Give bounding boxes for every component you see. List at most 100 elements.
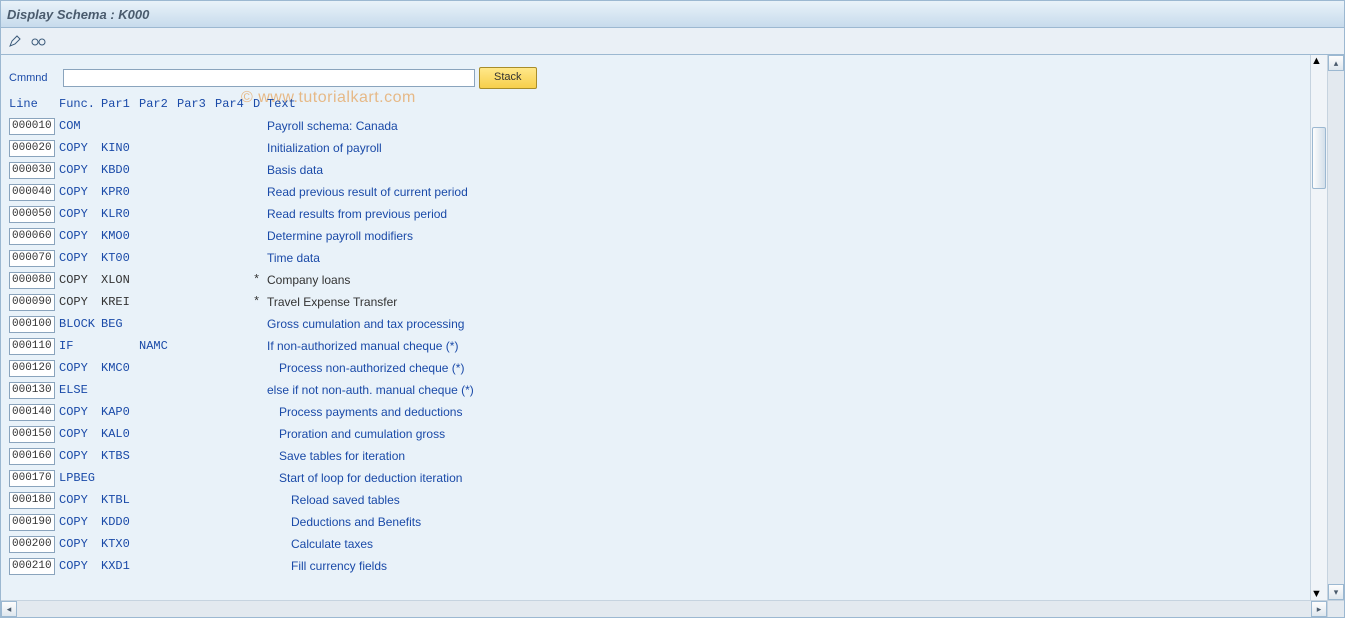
scroll-thumb[interactable]	[1312, 127, 1326, 189]
text-cell[interactable]: Gross cumulation and tax processing	[267, 317, 464, 331]
line-number-input[interactable]	[9, 294, 55, 311]
par1-cell: XLON	[101, 273, 139, 287]
scroll-down-icon[interactable]: ▾	[1328, 584, 1344, 600]
func-cell[interactable]: COPY	[59, 493, 101, 507]
line-number-input[interactable]	[9, 272, 55, 289]
line-number-input[interactable]	[9, 338, 55, 355]
par2-cell[interactable]: NAMC	[139, 339, 177, 353]
par1-cell[interactable]: KPR0	[101, 185, 139, 199]
par1-cell[interactable]: KBD0	[101, 163, 139, 177]
par1-cell[interactable]: KTX0	[101, 537, 139, 551]
table-row: COPYKIN0 Initialization of payroll	[9, 137, 1303, 159]
text-cell[interactable]: Process non-authorized cheque (*)	[267, 361, 464, 375]
line-number-input[interactable]	[9, 470, 55, 487]
text-cell[interactable]: Save tables for iteration	[267, 449, 405, 463]
func-cell[interactable]: LPBEG	[59, 471, 101, 485]
func-cell[interactable]: COPY	[59, 185, 101, 199]
func-cell[interactable]: COPY	[59, 251, 101, 265]
func-cell[interactable]: COPY	[59, 537, 101, 551]
table-row: COPYKMO0 Determine payroll modifiers	[9, 225, 1303, 247]
table-row: COPYKREI*Travel Expense Transfer	[9, 291, 1303, 313]
header-line: Line	[9, 97, 59, 111]
func-cell: COPY	[59, 295, 101, 309]
text-cell[interactable]: Fill currency fields	[267, 559, 387, 573]
func-cell[interactable]: COPY	[59, 141, 101, 155]
func-cell[interactable]: COPY	[59, 559, 101, 573]
par1-cell[interactable]: KMO0	[101, 229, 139, 243]
pencil-toggle-icon[interactable]	[7, 32, 25, 50]
text-cell[interactable]: Determine payroll modifiers	[267, 229, 413, 243]
par1-cell[interactable]: KDD0	[101, 515, 139, 529]
command-input[interactable]	[63, 69, 475, 87]
par1-cell[interactable]: KLR0	[101, 207, 139, 221]
func-cell[interactable]: COPY	[59, 515, 101, 529]
line-number-input[interactable]	[9, 492, 55, 509]
line-number-input[interactable]	[9, 514, 55, 531]
func-cell[interactable]: IF	[59, 339, 101, 353]
text-cell[interactable]: Read previous result of current period	[267, 185, 468, 199]
scroll-up-icon[interactable]: ▲	[1311, 55, 1327, 67]
par1-cell[interactable]: KXD1	[101, 559, 139, 573]
par1-cell[interactable]: KTBL	[101, 493, 139, 507]
line-number-input[interactable]	[9, 316, 55, 333]
func-cell[interactable]: COPY	[59, 405, 101, 419]
func-cell[interactable]: COPY	[59, 449, 101, 463]
scroll-down-icon[interactable]: ▼	[1311, 588, 1327, 600]
func-cell[interactable]: COPY	[59, 229, 101, 243]
table-row: COPYKTX0 Calculate taxes	[9, 533, 1303, 555]
line-number-input[interactable]	[9, 448, 55, 465]
text-cell[interactable]: Read results from previous period	[267, 207, 447, 221]
line-number-input[interactable]	[9, 404, 55, 421]
text-cell[interactable]: Process payments and deductions	[267, 405, 462, 419]
par1-cell[interactable]: KAL0	[101, 427, 139, 441]
par1-cell[interactable]: BEG	[101, 317, 139, 331]
line-number-input[interactable]	[9, 536, 55, 553]
inner-vertical-scrollbar[interactable]: ▲ ▼	[1310, 55, 1327, 600]
line-number-input[interactable]	[9, 558, 55, 575]
header-par3: Par3	[177, 97, 215, 111]
outer-vertical-scrollbar[interactable]: ▴ ▾	[1327, 55, 1344, 600]
scroll-left-icon[interactable]: ◂	[1, 601, 17, 617]
text-cell[interactable]: Proration and cumulation gross	[267, 427, 445, 441]
func-cell[interactable]: COPY	[59, 163, 101, 177]
func-cell[interactable]: BLOCK	[59, 317, 101, 331]
par1-cell[interactable]: KMC0	[101, 361, 139, 375]
text-cell[interactable]: Basis data	[267, 163, 323, 177]
text-cell[interactable]: Initialization of payroll	[267, 141, 382, 155]
table-row: COPYKDD0 Deductions and Benefits	[9, 511, 1303, 533]
text-cell[interactable]: Calculate taxes	[267, 537, 373, 551]
scroll-right-icon[interactable]: ▸	[1311, 601, 1327, 617]
line-number-input[interactable]	[9, 184, 55, 201]
line-number-input[interactable]	[9, 140, 55, 157]
line-number-input[interactable]	[9, 228, 55, 245]
text-cell[interactable]: Payroll schema: Canada	[267, 119, 398, 133]
line-number-input[interactable]	[9, 426, 55, 443]
glasses-icon[interactable]	[29, 32, 47, 50]
text-cell[interactable]: If non-authorized manual cheque (*)	[267, 339, 458, 353]
par1-cell[interactable]: KAP0	[101, 405, 139, 419]
line-number-input[interactable]	[9, 250, 55, 267]
text-cell[interactable]: Reload saved tables	[267, 493, 400, 507]
par1-cell[interactable]: KT00	[101, 251, 139, 265]
func-cell[interactable]: ELSE	[59, 383, 101, 397]
line-number-input[interactable]	[9, 360, 55, 377]
line-number-input[interactable]	[9, 162, 55, 179]
par1-cell[interactable]: KTBS	[101, 449, 139, 463]
line-number-input[interactable]	[9, 382, 55, 399]
par1-cell[interactable]: KIN0	[101, 141, 139, 155]
text-cell[interactable]: else if not non-auth. manual cheque (*)	[267, 383, 474, 397]
func-cell[interactable]: COM	[59, 119, 101, 133]
text-cell[interactable]: Start of loop for deduction iteration	[267, 471, 462, 485]
d-cell: *	[253, 295, 267, 309]
func-cell[interactable]: COPY	[59, 361, 101, 375]
func-cell[interactable]: COPY	[59, 207, 101, 221]
line-number-input[interactable]	[9, 206, 55, 223]
text-cell[interactable]: Time data	[267, 251, 320, 265]
stack-button[interactable]: Stack	[479, 67, 537, 89]
func-cell[interactable]: COPY	[59, 427, 101, 441]
scroll-up-icon[interactable]: ▴	[1328, 55, 1344, 71]
line-number-input[interactable]	[9, 118, 55, 135]
outer-horizontal-scrollbar[interactable]: ◂ ▸	[1, 600, 1344, 617]
text-cell[interactable]: Deductions and Benefits	[267, 515, 421, 529]
table-row: COPYKMC0 Process non-authorized cheque (*…	[9, 357, 1303, 379]
